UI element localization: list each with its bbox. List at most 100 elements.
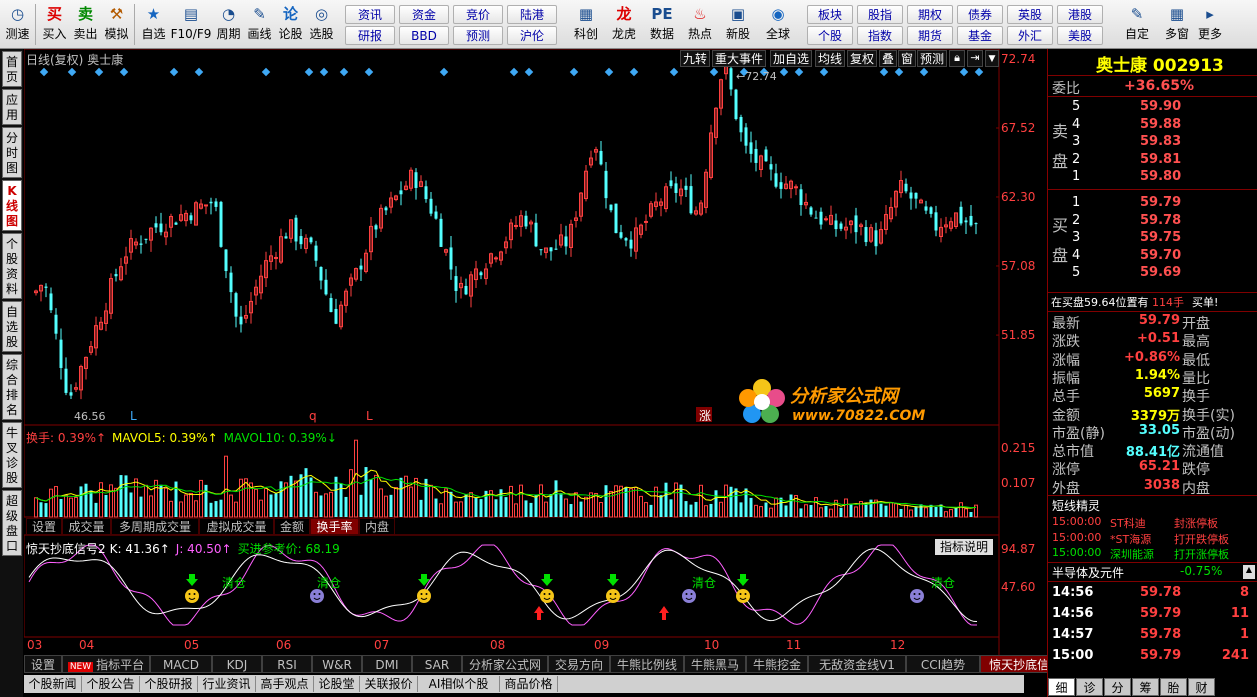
toolbar-link-7[interactable]: 沪伦 xyxy=(507,26,557,45)
info-tab-4[interactable]: 高手观点 xyxy=(256,676,314,692)
indicator-tab-5[interactable]: W&R xyxy=(312,655,362,673)
nav-7[interactable]: 牛叉诊股 xyxy=(2,422,22,488)
dragon-button[interactable]: 龙龙虎 xyxy=(605,2,643,47)
quote-tab-2[interactable]: 分 xyxy=(1104,678,1131,696)
sprite-stock[interactable]: 深圳能源 xyxy=(1110,546,1154,562)
volume-tab-0[interactable]: 设置 xyxy=(26,518,62,535)
buy-button[interactable]: 买买入 xyxy=(39,2,70,47)
quote-tab-4[interactable]: 胎 xyxy=(1160,678,1187,696)
chart-tool-7[interactable]: 预测 xyxy=(917,50,948,67)
dropdown-icon[interactable]: ▼ xyxy=(985,50,999,67)
custom-button[interactable]: ✎ 自定 xyxy=(1117,2,1157,47)
sell-button[interactable]: 卖卖出 xyxy=(70,2,101,47)
indicator-tab-10[interactable]: 牛熊比例线 xyxy=(610,655,684,673)
kline-chart-area[interactable]: 72.74 67.52 62.30 57.08 51.85 ←72.74 46.56 Lq L 涨… xyxy=(24,49,1046,655)
market-link-2[interactable]: 期权 xyxy=(907,5,953,24)
nav-8[interactable]: 超级盘口 xyxy=(2,490,22,556)
info-tab-2[interactable]: 个股研报 xyxy=(140,676,198,692)
chart-tool-1[interactable]: 重大事件 xyxy=(712,50,767,67)
chart-tool-5[interactable]: 叠 xyxy=(879,50,898,67)
discuss-button[interactable]: 论论股 xyxy=(275,2,306,47)
sprite-stock[interactable]: *ST海源 xyxy=(1110,531,1151,547)
market-link-3[interactable]: 债券 xyxy=(957,5,1003,24)
hammer-button[interactable]: ⚒ 模拟 xyxy=(101,2,132,47)
market-link-7[interactable]: 指数 xyxy=(857,26,903,45)
nav-1[interactable]: 应用 xyxy=(2,89,22,125)
chart-tool-0[interactable]: 九转 xyxy=(680,50,711,67)
pen-button[interactable]: ✎ 画线 xyxy=(244,2,275,47)
chart-tool-2[interactable]: 加自选 xyxy=(770,50,813,67)
info-tab-7[interactable]: AI相似个股 xyxy=(418,676,500,692)
nav-0[interactable]: 首页 xyxy=(2,51,22,87)
volume-tab-4[interactable]: 金额 xyxy=(274,518,310,535)
indicator-tab-14[interactable]: CCI趋势 xyxy=(906,655,980,673)
toolbar-link-3[interactable]: 陆港 xyxy=(507,5,557,24)
indicator-tab-1[interactable]: NEW 指标平台 xyxy=(62,655,150,673)
market-link-6[interactable]: 个股 xyxy=(807,26,853,45)
indicator-explain-button[interactable]: 指标说明 xyxy=(935,539,993,555)
nav-3[interactable]: K线图 xyxy=(2,180,22,231)
market-link-9[interactable]: 基金 xyxy=(957,26,1003,45)
chart-tool-4[interactable]: 复权 xyxy=(847,50,878,67)
market-link-0[interactable]: 板块 xyxy=(807,5,853,24)
star-button[interactable]: ★ 自选 xyxy=(138,2,169,47)
market-link-11[interactable]: 美股 xyxy=(1057,26,1103,45)
volume-tab-6[interactable]: 内盘 xyxy=(359,518,395,535)
indicator-tab-12[interactable]: 牛熊挖金 xyxy=(746,655,808,673)
more-button[interactable]: ▸ 更多 xyxy=(1197,2,1223,47)
select-button[interactable]: ◎ 选股 xyxy=(306,2,337,47)
info-tab-3[interactable]: 行业资讯 xyxy=(198,676,256,692)
f10-button[interactable]: ▤ F10/F9 xyxy=(169,2,213,47)
sector-name[interactable]: 半导体及元件 xyxy=(1052,564,1124,581)
chart-tool-3[interactable]: 均线 xyxy=(815,50,846,67)
scroll-up-icon[interactable]: ▲ xyxy=(1243,565,1255,579)
quote-tab-0[interactable]: 细 xyxy=(1048,678,1075,696)
toolbar-link-0[interactable]: 资讯 xyxy=(345,5,395,24)
nav-4[interactable]: 个股资料 xyxy=(2,233,22,299)
info-tab-1[interactable]: 个股公告 xyxy=(82,676,140,692)
sprite-stock[interactable]: ST科迪 xyxy=(1110,515,1146,531)
expand-icon[interactable]: ⇥ xyxy=(967,50,983,67)
hot-button[interactable]: ♨ 热点 xyxy=(681,2,719,47)
newstock-button[interactable]: ▣ 新股 xyxy=(719,2,757,47)
globe-button[interactable]: ◉ 全球 xyxy=(757,2,799,47)
indicator-tab-2[interactable]: MACD xyxy=(150,655,212,673)
indicator-tab-4[interactable]: RSI xyxy=(262,655,312,673)
indicator-tab-9[interactable]: 交易方向 xyxy=(548,655,610,673)
clock-button[interactable]: ◷ 测速 xyxy=(2,2,33,47)
info-tab-8[interactable]: 商品价格 xyxy=(500,676,558,692)
market-link-8[interactable]: 期货 xyxy=(907,26,953,45)
toolbar-link-6[interactable]: 预测 xyxy=(453,26,503,45)
quote-tab-3[interactable]: 筹 xyxy=(1132,678,1159,696)
lock-icon[interactable]: 🔒︎ xyxy=(949,50,965,67)
info-tab-5[interactable]: 论股堂 xyxy=(314,676,360,692)
indicator-tab-7[interactable]: SAR xyxy=(412,655,462,673)
indicator-tab-11[interactable]: 牛熊黑马 xyxy=(684,655,746,673)
toolbar-link-4[interactable]: 研报 xyxy=(345,26,395,45)
data-button[interactable]: PE 数据 xyxy=(643,2,681,47)
volume-tab-2[interactable]: 多周期成交量 xyxy=(111,518,199,535)
quote-tab-5[interactable]: 财 xyxy=(1188,678,1215,696)
volume-tab-1[interactable]: 成交量 xyxy=(62,518,111,535)
market-link-4[interactable]: 英股 xyxy=(1007,5,1053,24)
kechuang-button[interactable]: ▦ 科创 xyxy=(567,2,605,47)
volume-tab-3[interactable]: 虚拟成交量 xyxy=(199,518,274,535)
market-link-10[interactable]: 外汇 xyxy=(1007,26,1053,45)
toolbar-link-1[interactable]: 资金 xyxy=(399,5,449,24)
toolbar-link-2[interactable]: 竞价 xyxy=(453,5,503,24)
info-tab-6[interactable]: 关联报价 xyxy=(360,676,418,692)
indicator-tab-6[interactable]: DMI xyxy=(362,655,412,673)
multi-window-button[interactable]: ▦ 多窗 xyxy=(1157,2,1197,47)
nav-6[interactable]: 综合排名 xyxy=(2,354,22,420)
indicator-tab-0[interactable]: 设置 xyxy=(24,655,62,673)
cycle-button[interactable]: ◔ 周期 xyxy=(213,2,244,47)
market-link-1[interactable]: 股指 xyxy=(857,5,903,24)
volume-tab-5[interactable]: 换手率 xyxy=(310,518,359,535)
market-link-5[interactable]: 港股 xyxy=(1057,5,1103,24)
nav-5[interactable]: 自选股 xyxy=(2,301,22,352)
quote-tab-1[interactable]: 诊 xyxy=(1076,678,1103,696)
nav-2[interactable]: 分时图 xyxy=(2,127,22,178)
indicator-tab-8[interactable]: 分析家公式网 xyxy=(462,655,548,673)
toolbar-link-5[interactable]: BBD xyxy=(399,26,449,45)
chart-tool-6[interactable]: 窗 xyxy=(898,50,917,67)
